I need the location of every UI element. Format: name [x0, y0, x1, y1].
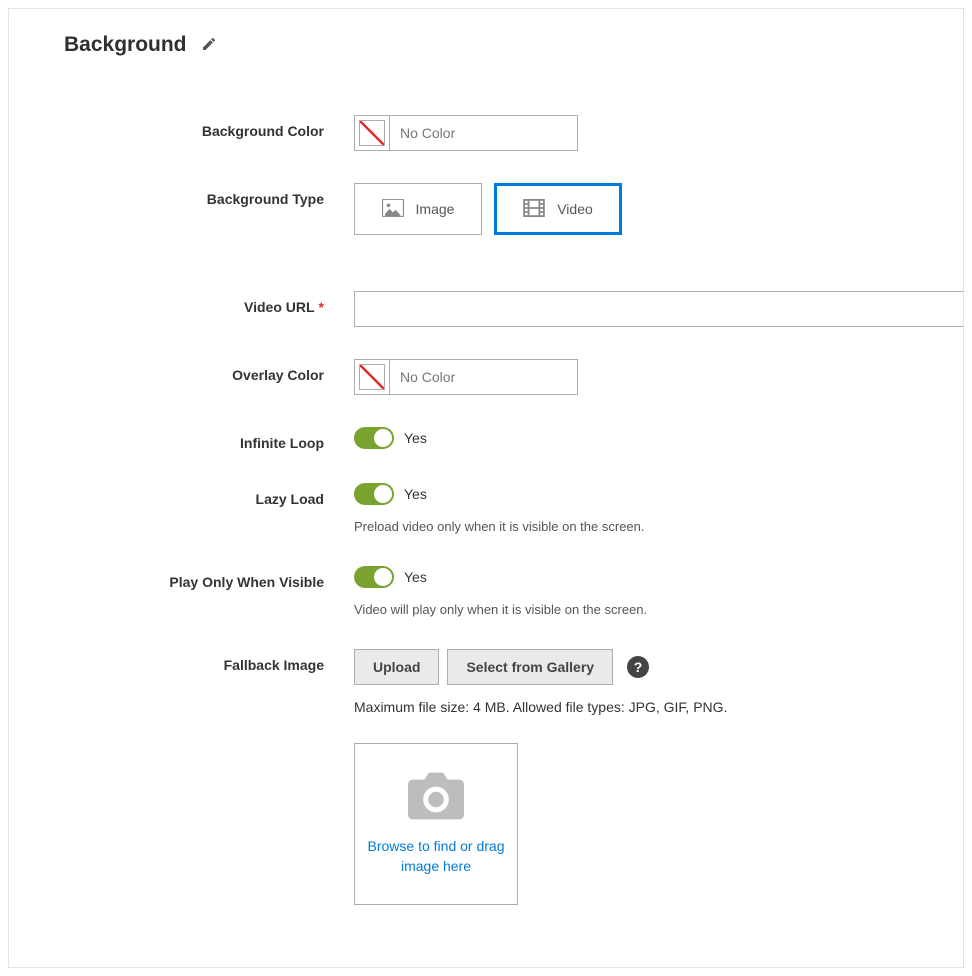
bg-color-picker — [354, 115, 963, 151]
label-lazy-load: Lazy Load — [64, 483, 354, 507]
label-infinite-loop: Infinite Loop — [64, 427, 354, 451]
infinite-loop-value: Yes — [404, 430, 427, 446]
overlay-color-swatch[interactable] — [354, 359, 390, 395]
overlay-color-picker — [354, 359, 963, 395]
lazy-load-value: Yes — [404, 486, 427, 502]
no-color-icon — [359, 120, 385, 146]
row-lazy-load: Lazy Load Yes Preload video only when it… — [64, 483, 963, 534]
label-background-type: Background Type — [64, 183, 354, 207]
image-icon — [382, 199, 404, 220]
label-background-color: Background Color — [64, 115, 354, 139]
bg-type-image-label: Image — [416, 201, 455, 217]
row-background-type: Background Type Image — [64, 183, 963, 235]
upload-button[interactable]: Upload — [354, 649, 439, 685]
label-video-url: Video URL* — [64, 291, 354, 315]
bg-type-option-image[interactable]: Image — [354, 183, 482, 235]
label-overlay-color: Overlay Color — [64, 359, 354, 383]
overlay-color-input[interactable] — [390, 359, 578, 395]
no-color-icon — [359, 364, 385, 390]
bg-type-group: Image — [354, 183, 963, 235]
fallback-note: Maximum file size: 4 MB. Allowed file ty… — [354, 699, 963, 715]
label-play-visible: Play Only When Visible — [64, 566, 354, 590]
select-gallery-button[interactable]: Select from Gallery — [447, 649, 613, 685]
play-visible-value: Yes — [404, 569, 427, 585]
play-visible-help: Video will play only when it is visible … — [354, 602, 963, 617]
row-background-color: Background Color — [64, 115, 963, 151]
bg-color-swatch[interactable] — [354, 115, 390, 151]
row-fallback-image: Fallback Image Upload Select from Galler… — [64, 649, 963, 905]
edit-icon[interactable] — [201, 36, 217, 55]
section-title: Background — [64, 33, 187, 57]
dropzone-text: Browse to find or drag image here — [355, 837, 517, 876]
help-icon[interactable]: ? — [627, 656, 649, 678]
row-infinite-loop: Infinite Loop Yes — [64, 427, 963, 451]
background-panel: Background Background Color Background T… — [8, 8, 964, 968]
row-overlay-color: Overlay Color — [64, 359, 963, 395]
infinite-loop-toggle[interactable] — [354, 427, 394, 449]
video-icon — [523, 199, 545, 220]
fallback-dropzone[interactable]: Browse to find or drag image here — [354, 743, 518, 905]
play-visible-toggle[interactable] — [354, 566, 394, 588]
label-fallback-image: Fallback Image — [64, 649, 354, 673]
lazy-load-toggle[interactable] — [354, 483, 394, 505]
bg-type-option-video[interactable]: Video — [494, 183, 622, 235]
required-marker: * — [319, 299, 324, 315]
bg-type-video-label: Video — [557, 201, 593, 217]
bg-color-input[interactable] — [390, 115, 578, 151]
camera-icon — [408, 772, 464, 823]
row-video-url: Video URL* — [64, 291, 963, 327]
section-header: Background — [64, 33, 963, 57]
video-url-input[interactable] — [354, 291, 963, 327]
row-play-visible: Play Only When Visible Yes Video will pl… — [64, 566, 963, 617]
lazy-load-help: Preload video only when it is visible on… — [354, 519, 963, 534]
